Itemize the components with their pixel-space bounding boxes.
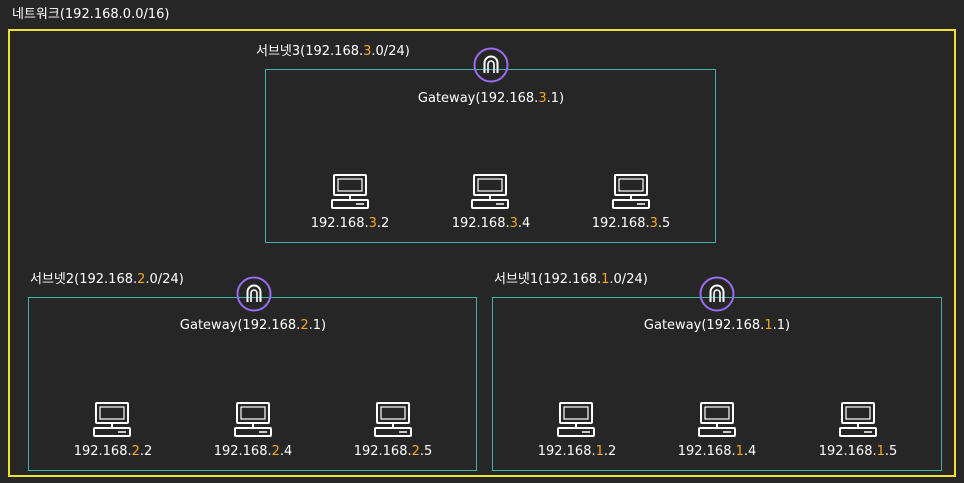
computer-icon[interactable] bbox=[234, 401, 272, 439]
gateway-2-label: Gateway(192.168.2.1) bbox=[179, 318, 327, 333]
subnet-3-label: 서브넷3(192.168.3.0/24) bbox=[256, 44, 410, 59]
host-3-4-label: 192.168.3.4 bbox=[451, 216, 531, 231]
host-3-5-label: 192.168.3.5 bbox=[591, 216, 671, 231]
host-1-4-label: 192.168.1.4 bbox=[677, 444, 757, 459]
host-3-2-label: 192.168.3.2 bbox=[310, 216, 390, 231]
host-1-2-label: 192.168.1.2 bbox=[537, 444, 617, 459]
computer-icon[interactable] bbox=[471, 173, 509, 211]
host-2-2-label: 192.168.2.2 bbox=[73, 444, 153, 459]
router-icon[interactable] bbox=[473, 47, 509, 83]
subnet-2-label: 서브넷2(192.168.2.0/24) bbox=[30, 272, 184, 287]
computer-icon[interactable] bbox=[331, 173, 369, 211]
computer-icon[interactable] bbox=[698, 401, 736, 439]
router-icon[interactable] bbox=[699, 276, 735, 312]
host-1-5-label: 192.168.1.5 bbox=[818, 444, 898, 459]
host-2-4-label: 192.168.2.4 bbox=[213, 444, 293, 459]
router-icon[interactable] bbox=[236, 276, 272, 312]
network-title: 네트워크(192.168.0.0/16) bbox=[12, 7, 170, 22]
computer-icon[interactable] bbox=[612, 173, 650, 211]
computer-icon[interactable] bbox=[93, 401, 131, 439]
computer-icon[interactable] bbox=[557, 401, 595, 439]
host-2-5-label: 192.168.2.5 bbox=[353, 444, 433, 459]
computer-icon[interactable] bbox=[839, 401, 877, 439]
subnet-1-label: 서브넷1(192.168.1.0/24) bbox=[494, 272, 648, 287]
computer-icon[interactable] bbox=[374, 401, 412, 439]
gateway-3-label: Gateway(192.168.3.1) bbox=[417, 91, 565, 106]
gateway-1-label: Gateway(192.168.1.1) bbox=[643, 318, 791, 333]
